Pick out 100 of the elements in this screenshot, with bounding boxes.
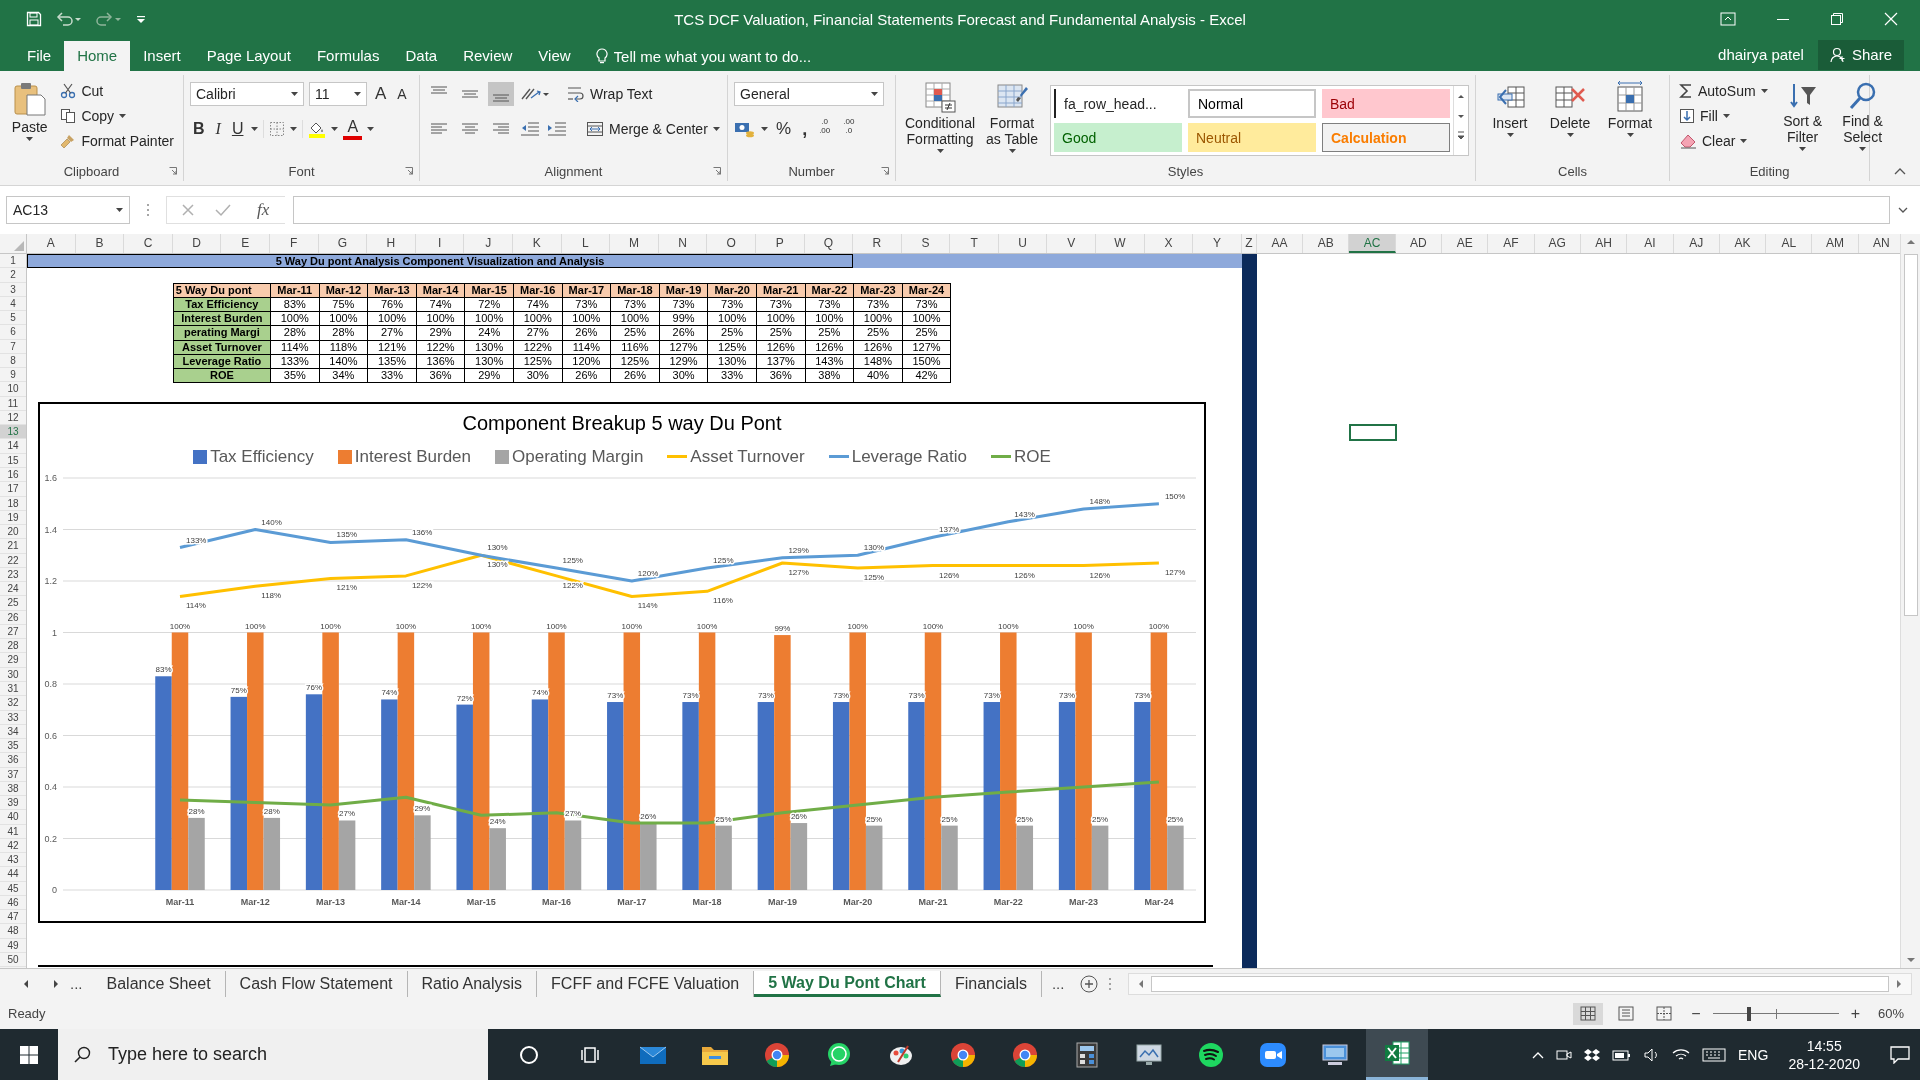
shrink-font-button[interactable]: A <box>394 82 410 106</box>
copy-button[interactable]: Copy <box>57 104 177 127</box>
column-header[interactable]: N <box>658 234 708 253</box>
row-header[interactable]: 4 <box>0 296 26 312</box>
font-size-field[interactable]: 11 <box>309 82 367 106</box>
format-button[interactable]: Format <box>1602 79 1658 139</box>
column-header[interactable]: X <box>1144 234 1194 253</box>
more-sheets[interactable]: ... <box>60 975 93 992</box>
column-header[interactable]: A <box>27 234 76 253</box>
comma-button[interactable]: , <box>799 117 811 141</box>
column-header[interactable]: L <box>561 234 611 253</box>
previous-sheet-icon[interactable] <box>22 978 30 989</box>
column-header[interactable]: U <box>998 234 1048 253</box>
column-header[interactable]: G <box>318 234 368 253</box>
row-header[interactable]: 28 <box>0 639 26 654</box>
font-color-button[interactable]: A <box>343 118 363 140</box>
money-icon[interactable] <box>734 120 756 138</box>
row-header[interactable]: 16 <box>0 468 26 483</box>
row-header[interactable]: 20 <box>0 525 26 540</box>
chevron-up-icon[interactable] <box>1532 1050 1545 1059</box>
row-header[interactable]: 6 <box>0 325 26 340</box>
name-box[interactable]: AC13 <box>6 196 130 224</box>
row-header[interactable]: 19 <box>0 510 26 526</box>
sheet-tab[interactable]: Ratio Analysis <box>407 970 538 997</box>
caret-icon[interactable] <box>290 127 298 131</box>
insert-button[interactable]: Insert <box>1482 79 1538 139</box>
clock-date[interactable]: 28-12-2020 <box>1788 1054 1860 1073</box>
column-header[interactable]: AM <box>1812 234 1859 253</box>
conditional-formatting-button[interactable]: Conditional Formatting <box>902 79 979 155</box>
column-header[interactable]: S <box>901 234 951 253</box>
sort-filter-button[interactable]: Sort & Filter <box>1774 79 1831 153</box>
dialog-launcher-icon[interactable] <box>881 167 889 175</box>
undo-icon[interactable] <box>56 11 82 27</box>
format-as-table-button[interactable]: Format as Table <box>982 79 1042 155</box>
clear-button[interactable]: Clear <box>1676 129 1771 152</box>
row-header[interactable]: 30 <box>0 667 26 682</box>
column-header[interactable]: Z <box>1241 234 1257 253</box>
caret-icon[interactable] <box>251 127 259 131</box>
share-button[interactable]: Share <box>1817 39 1904 70</box>
decrease-indent-icon[interactable] <box>519 119 541 139</box>
column-header[interactable]: K <box>512 234 562 253</box>
row-header[interactable]: 27 <box>0 624 26 640</box>
row-header[interactable]: 42 <box>0 838 26 854</box>
column-header[interactable]: AG <box>1534 234 1581 253</box>
row-header[interactable]: 47 <box>0 910 26 925</box>
row-header[interactable]: 36 <box>0 753 26 768</box>
more-sheets[interactable]: ... <box>1041 975 1075 992</box>
column-header[interactable]: AI <box>1627 234 1674 253</box>
row-header[interactable]: 25 <box>0 596 26 611</box>
column-header[interactable]: E <box>221 234 270 253</box>
vertical-scrollbar[interactable] <box>1900 234 1920 968</box>
taskbar-search-box[interactable]: Type here to search <box>58 1029 488 1080</box>
delete-button[interactable]: Delete <box>1542 79 1598 139</box>
row-header[interactable]: 34 <box>0 724 26 740</box>
column-header[interactable]: O <box>707 234 756 253</box>
column-header[interactable]: AD <box>1395 234 1443 253</box>
ribbon-tab[interactable]: View <box>525 41 584 71</box>
row-header[interactable]: 8 <box>0 353 26 369</box>
expand-icon[interactable] <box>1898 207 1908 213</box>
fill-color-icon[interactable] <box>308 120 327 138</box>
column-header[interactable]: C <box>124 234 173 253</box>
dialog-launcher-icon[interactable] <box>405 167 413 175</box>
ribbon-tab[interactable]: Page Layout <box>193 41 304 71</box>
row-header[interactable]: 10 <box>0 382 26 397</box>
normal-view-icon[interactable] <box>1573 1002 1604 1025</box>
dialog-launcher-icon[interactable] <box>713 167 721 175</box>
row-header[interactable]: 45 <box>0 881 26 896</box>
increase-decimal-button[interactable]: .0 .00 <box>815 117 835 141</box>
paste-button[interactable]: Paste <box>6 79 54 143</box>
scroll-right-icon[interactable] <box>1895 978 1903 989</box>
collapse-ribbon-icon[interactable] <box>1894 167 1906 175</box>
row-header[interactable]: 49 <box>0 938 26 953</box>
wrap-text-button[interactable]: Wrap Text <box>564 82 656 106</box>
row-header[interactable]: 18 <box>0 496 26 511</box>
column-header[interactable]: Y <box>1193 234 1242 253</box>
grow-font-button[interactable]: A <box>372 82 390 106</box>
caret-icon[interactable] <box>761 127 768 131</box>
row-header[interactable]: 24 <box>0 582 26 597</box>
row-header[interactable]: 48 <box>0 924 26 939</box>
zoom-level[interactable]: 60% <box>1877 1006 1904 1021</box>
row-header[interactable]: 35 <box>0 739 26 754</box>
row-header[interactable]: 33 <box>0 710 26 725</box>
scroll-thumb[interactable] <box>1903 254 1918 616</box>
zoom-out-button[interactable]: − <box>1687 1004 1705 1023</box>
row-header[interactable]: 44 <box>0 867 26 882</box>
customize-icon[interactable] <box>136 13 146 25</box>
ribbon-tab[interactable]: Review <box>450 41 526 71</box>
redo-icon[interactable] <box>96 11 122 27</box>
column-header[interactable]: T <box>950 234 999 253</box>
row-header[interactable]: 32 <box>0 696 26 711</box>
grip-icon[interactable] <box>146 203 150 217</box>
box-icon[interactable] <box>1584 1047 1601 1062</box>
row-header[interactable]: 37 <box>0 767 26 782</box>
formula-input[interactable] <box>293 196 1890 224</box>
row-header[interactable]: 14 <box>0 439 26 454</box>
row-header[interactable]: 41 <box>0 824 26 839</box>
row-header[interactable]: 46 <box>0 895 26 911</box>
autosum-button[interactable]: AutoSum <box>1676 79 1771 102</box>
increase-indent-icon[interactable] <box>546 119 568 139</box>
format-painter-button[interactable]: Format Painter <box>57 129 177 152</box>
